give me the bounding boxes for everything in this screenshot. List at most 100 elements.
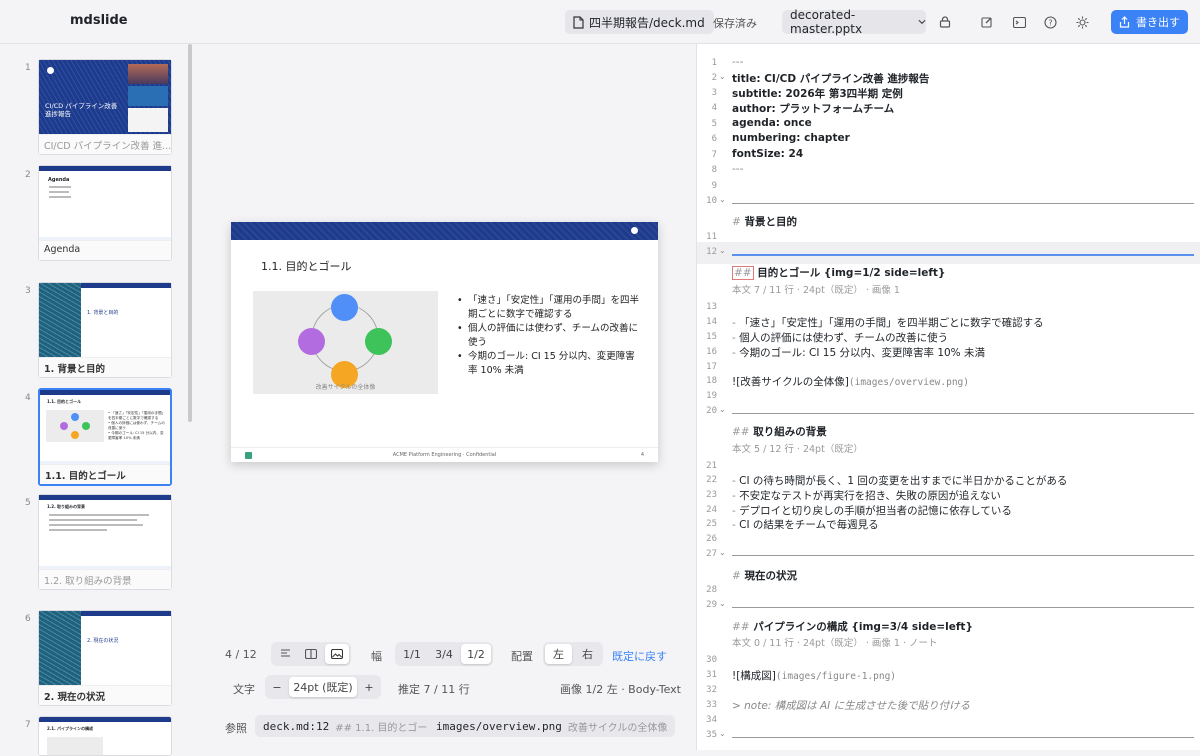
code-line: 今期のゴール: CI 15 分以内、変更障害率 10% 未満 [739, 347, 985, 359]
text-label: 文字 [233, 683, 255, 696]
font-size-value[interactable]: 24pt (既定) [289, 677, 357, 697]
slide-title: 1.1. 目的とゴール [261, 260, 352, 273]
fold-chevron-icon[interactable]: ⌄ [719, 195, 726, 204]
width-option[interactable]: 3/4 [429, 644, 459, 664]
thumbnail-scrollbar[interactable] [188, 44, 192, 422]
slide-thumbnail-2[interactable]: Agenda Agenda [38, 165, 172, 261]
code-line: agenda: once [732, 117, 812, 129]
thumb-number: 4 [25, 393, 31, 403]
template-select[interactable]: decorated-master.pptx [782, 8, 926, 36]
fold-chevron-icon[interactable]: ⌄ [719, 548, 726, 557]
slide-thumbnail-6[interactable]: 2. 現在の状況 2. 現在の状況 [38, 610, 172, 706]
heading-1: 背景と目的 [744, 216, 797, 228]
thumb-caption: 1. 背景と目的 [39, 357, 171, 377]
align-option[interactable]: 右 [574, 644, 601, 664]
align-toggle: 左 右 [543, 642, 603, 666]
thumb-caption: Agenda [39, 240, 171, 260]
heading-2: パイプラインの構成 {img=3/4 side=left} [753, 621, 973, 633]
slide-page-number: 4 [640, 452, 644, 458]
footer-logo [245, 452, 252, 459]
reset-default-link[interactable]: 既定に戻す [612, 648, 667, 664]
slide-separator [732, 737, 1194, 738]
slide-thumbnail-1[interactable]: CI/CD パイプライン改善 進捗報告 CI/CD パイプライン改善 進... [38, 59, 172, 155]
help-icon[interactable]: ? [1042, 14, 1058, 30]
image-info: 画像 1/2 左 · Body-Text [560, 683, 681, 696]
edit-icon[interactable] [979, 14, 995, 30]
code-line: author: プラットフォームチーム [732, 103, 895, 115]
logo-dot [631, 227, 638, 234]
thumb-number: 3 [25, 286, 31, 296]
app-name: mdslide [70, 13, 128, 28]
file-icon [573, 15, 584, 29]
slide-figure: 改善サイクルの全体像 [253, 291, 438, 394]
thumb-title: 2.1. パイプラインの構成 [47, 726, 93, 731]
decrease-font-button[interactable]: − [267, 677, 287, 697]
slide-thumbnail-3[interactable]: 1. 背景と目的 1. 背景と目的 [38, 282, 172, 378]
file-name-button[interactable]: 四半期報告/deck.md [565, 10, 714, 34]
image-reference-chip[interactable]: images/overview.png 改善サイクルの全体像 [428, 715, 676, 737]
align-option-selected[interactable]: 左 [545, 644, 572, 664]
markdown-editor[interactable]: 1 --- 2 ⌄ title: CI/CD パイプライン改善 進捗報告 3 subti… [696, 44, 1200, 750]
slide-separator [732, 203, 1194, 204]
slide-bullet: 個人の評価には使わず、チームの改善に使う [457, 322, 642, 349]
slide-thumbnail-7[interactable]: 2.1. パイプラインの構成 [38, 716, 172, 756]
increase-font-button[interactable]: + [359, 677, 379, 697]
code-line: CI の結果をチームで毎週見る [739, 519, 879, 531]
lock-icon[interactable] [937, 14, 953, 30]
thumb-title: 2. 現在の状況 [87, 638, 119, 644]
image-path: (images/overview.png) [848, 377, 969, 388]
save-status: 保存済み [713, 17, 757, 30]
thumb-title: Agenda [48, 177, 70, 183]
code-line: --- [732, 56, 744, 68]
text-layout-button[interactable] [273, 644, 297, 664]
template-name: decorated-master.pptx [790, 8, 863, 36]
layout-mode-toggle [271, 642, 351, 666]
image-layout-button[interactable] [325, 644, 349, 664]
file-name: 四半期報告/deck.md [589, 15, 705, 30]
note-line: > note: 構成図は AI に生成させた後で貼り付ける [732, 700, 971, 712]
slide-separator [732, 555, 1194, 556]
source-reference-chip[interactable]: deck.md:12 ## 1.1. 目的とゴール [255, 715, 446, 737]
code-line: ![改善サイクルの全体像] [732, 376, 849, 388]
thumb-caption: 1.1. 目的とゴール [40, 464, 170, 484]
slide-bullet: 「速さ」「安定性」「運用の手間」を四半期ごとに数字で確認する [457, 294, 642, 321]
code-line: title: CI/CD パイプライン改善 進捗報告 [732, 73, 930, 85]
code-line: ![構成図] [732, 670, 776, 682]
width-option-selected[interactable]: 1/2 [461, 644, 491, 664]
cycle-node-blue [331, 294, 358, 321]
slide-separator [732, 607, 1194, 608]
cycle-node-green [365, 328, 392, 355]
thumb-title: CI/CD パイプライン改善 進捗報告 [45, 102, 118, 118]
code-line: 不安定なテストが再実行を招き、失敗の原因が追えない [739, 490, 1001, 502]
width-option[interactable]: 1/1 [397, 644, 427, 664]
image-icon [331, 649, 343, 659]
thumb-caption: 2. 現在の状況 [39, 685, 171, 705]
slide-preview[interactable]: 1.1. 目的とゴール 改善サイクルの全体像 「速さ」「安定性」「運用の手間」を… [231, 222, 658, 462]
theme-icon[interactable] [1074, 14, 1090, 30]
heading-1: 現在の状況 [744, 570, 797, 582]
export-label: 書き出す [1136, 16, 1180, 29]
reference-label: 参照 [225, 722, 247, 735]
fold-chevron-icon[interactable]: ⌄ [719, 72, 726, 81]
slide-meta: 本文 0 / 11 行 · 24pt（既定） · 画像 1 · ノート [732, 638, 938, 649]
split-layout-button[interactable] [299, 644, 323, 664]
fold-chevron-icon[interactable]: ⌄ [719, 729, 726, 738]
slide-thumbnail-4[interactable]: 1.1. 目的とゴール • 「速さ」「安定性」「運用の手間」を四半期ごとに数字で… [38, 388, 172, 486]
fold-chevron-icon[interactable]: ⌄ [719, 405, 726, 414]
export-button[interactable]: 書き出す [1111, 10, 1188, 34]
code-line: --- [732, 163, 744, 175]
slide-thumbnail-5[interactable]: 1.2. 取り組みの背景 1.2. 取り組みの背景 [38, 494, 172, 590]
thumb-number: 2 [25, 170, 31, 180]
fold-chevron-icon[interactable]: ⌄ [719, 599, 726, 608]
share-icon [1119, 16, 1130, 28]
code-line: CI の待ち時間が長く、1 回の変更を出すまでに半日かかることがある [739, 475, 1068, 487]
cycle-node-purple [298, 328, 325, 355]
image-alt: 改善サイクルの全体像 [567, 722, 668, 734]
slide-meta: 本文 7 / 11 行 · 24pt（既定） · 画像 1 [732, 285, 900, 296]
thumb-title: 1.2. 取り組みの背景 [47, 504, 85, 509]
top-bar: mdslide 四半期報告/deck.md 保存済み decorated-mas… [0, 0, 1200, 44]
fold-chevron-icon[interactable]: ⌄ [719, 246, 726, 255]
footer-text: ACME Platform Engineering · Confidential [392, 452, 497, 458]
page-indicator: 4 / 12 [225, 648, 257, 661]
terminal-icon[interactable] [1011, 14, 1027, 30]
